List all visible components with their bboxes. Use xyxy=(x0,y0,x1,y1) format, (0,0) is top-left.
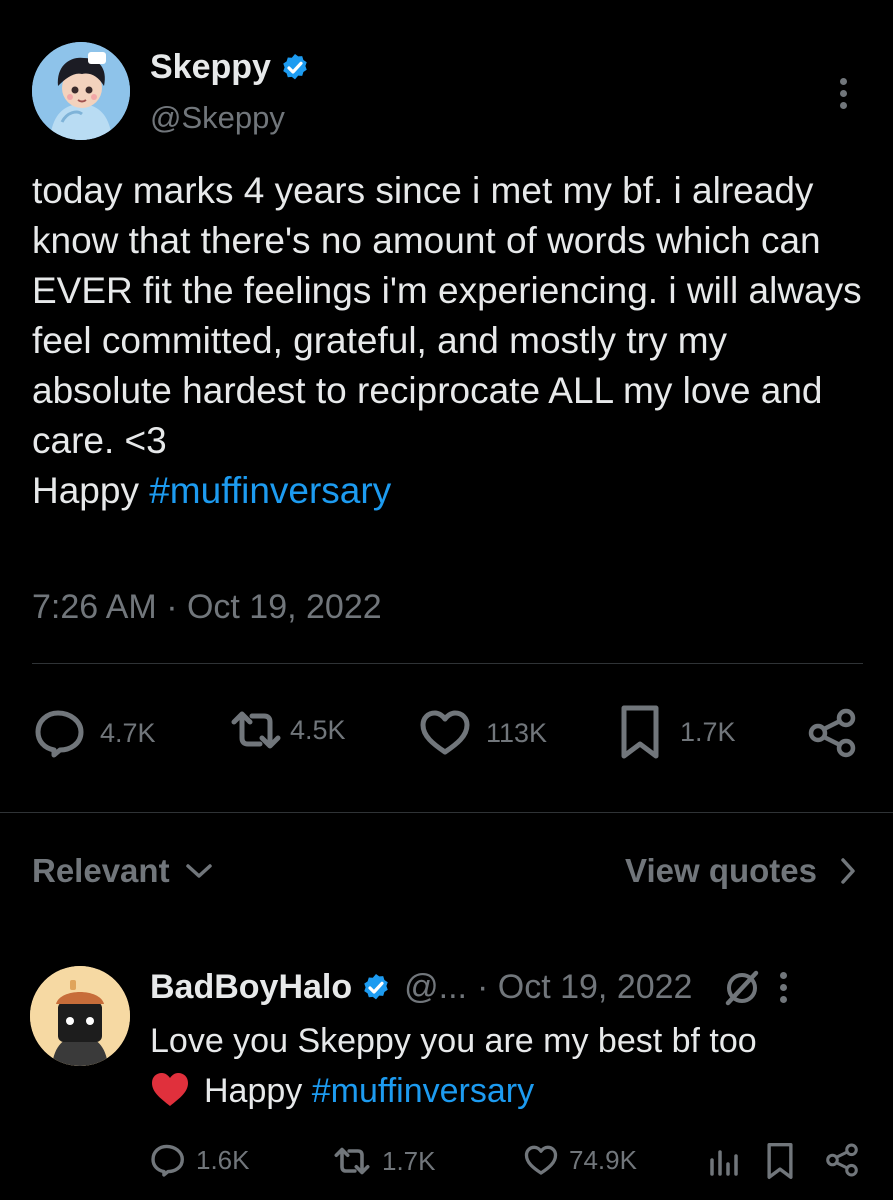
reply-text: Love you Skeppy you are my best bf too Ha… xyxy=(150,1016,850,1122)
reply-icon xyxy=(35,710,84,758)
reply-retweet-count: 1.7K xyxy=(382,1145,436,1176)
grok-icon[interactable] xyxy=(722,969,762,1007)
verified-badge-icon xyxy=(283,53,307,79)
author-name-row[interactable]: Skeppy xyxy=(150,48,311,87)
divider xyxy=(32,663,863,664)
divider xyxy=(0,812,893,813)
reply-text-prefix: Happy xyxy=(204,1072,312,1110)
heart-emoji xyxy=(150,1072,190,1122)
retweet-button[interactable]: 4.5K xyxy=(228,708,346,752)
author-handle[interactable]: @Skeppy xyxy=(150,100,285,136)
chevron-right-icon xyxy=(841,858,855,884)
share-button[interactable] xyxy=(806,708,858,758)
reply-like-count: 74.9K xyxy=(569,1145,637,1175)
reply-header: BadBoyHalo @... · Oct 19, 2022 xyxy=(150,968,788,1007)
tweet-timestamp[interactable]: 7:26 AM · Oct 19, 2022 xyxy=(32,588,382,627)
red-heart-icon xyxy=(152,1073,188,1106)
hashtag-link[interactable]: #muffinversary xyxy=(149,470,391,511)
reply-bookmark-button[interactable] xyxy=(765,1142,795,1180)
sort-dropdown[interactable]: Relevant xyxy=(32,852,214,890)
reply-views-button[interactable] xyxy=(708,1144,740,1178)
reply-author-name[interactable]: BadBoyHalo xyxy=(150,968,352,1007)
reply-author-handle[interactable]: @... xyxy=(404,968,467,1007)
bookmark-icon xyxy=(621,705,659,759)
reply-share-button[interactable] xyxy=(824,1143,860,1177)
like-count: 113K xyxy=(486,717,548,748)
heart-icon xyxy=(420,710,470,755)
reply-reply-count: 1.6K xyxy=(196,1144,250,1175)
retweet-icon xyxy=(231,711,281,749)
tweet-body: today marks 4 years since i met my bf. i… xyxy=(32,170,872,461)
reply-more-options-icon[interactable] xyxy=(780,972,788,1003)
bookmark-count: 1.7K xyxy=(680,716,736,747)
bookmark-button[interactable]: 1.7K xyxy=(618,704,736,760)
reply-count: 4.7K xyxy=(100,717,156,748)
retweet-count: 4.5K xyxy=(290,714,346,745)
reply-date[interactable]: · Oct 19, 2022 xyxy=(477,968,692,1007)
verified-badge-icon xyxy=(364,973,388,999)
reply-body: Love you Skeppy you are my best bf too xyxy=(150,1022,757,1060)
share-icon xyxy=(808,708,856,758)
reply-author-avatar[interactable] xyxy=(30,966,130,1066)
sort-label: Relevant xyxy=(32,852,170,889)
more-options-icon[interactable] xyxy=(836,78,850,110)
bookmark-icon xyxy=(767,1143,793,1179)
reply-hashtag-link[interactable]: #muffinversary xyxy=(312,1072,534,1110)
reply-button[interactable]: 4.7K xyxy=(34,708,156,758)
reply-icon xyxy=(151,1144,184,1177)
reply-reply-button[interactable]: 1.6K xyxy=(150,1143,250,1177)
view-quotes-link[interactable]: View quotes xyxy=(625,852,857,890)
share-icon xyxy=(826,1143,858,1177)
like-button[interactable]: 113K xyxy=(418,708,547,758)
analytics-icon xyxy=(710,1150,738,1176)
author-avatar[interactable] xyxy=(32,42,130,140)
chevron-down-icon xyxy=(185,864,212,878)
reply-like-button[interactable]: 74.9K xyxy=(523,1144,637,1177)
reply-retweet-button[interactable]: 1.7K xyxy=(332,1145,436,1177)
tweet-text-prefix: Happy xyxy=(32,470,150,511)
heart-icon xyxy=(524,1145,558,1175)
retweet-icon xyxy=(334,1147,370,1175)
author-name[interactable]: Skeppy xyxy=(150,48,271,87)
view-quotes-label: View quotes xyxy=(625,852,817,889)
tweet-text: today marks 4 years since i met my bf. i… xyxy=(32,166,872,516)
